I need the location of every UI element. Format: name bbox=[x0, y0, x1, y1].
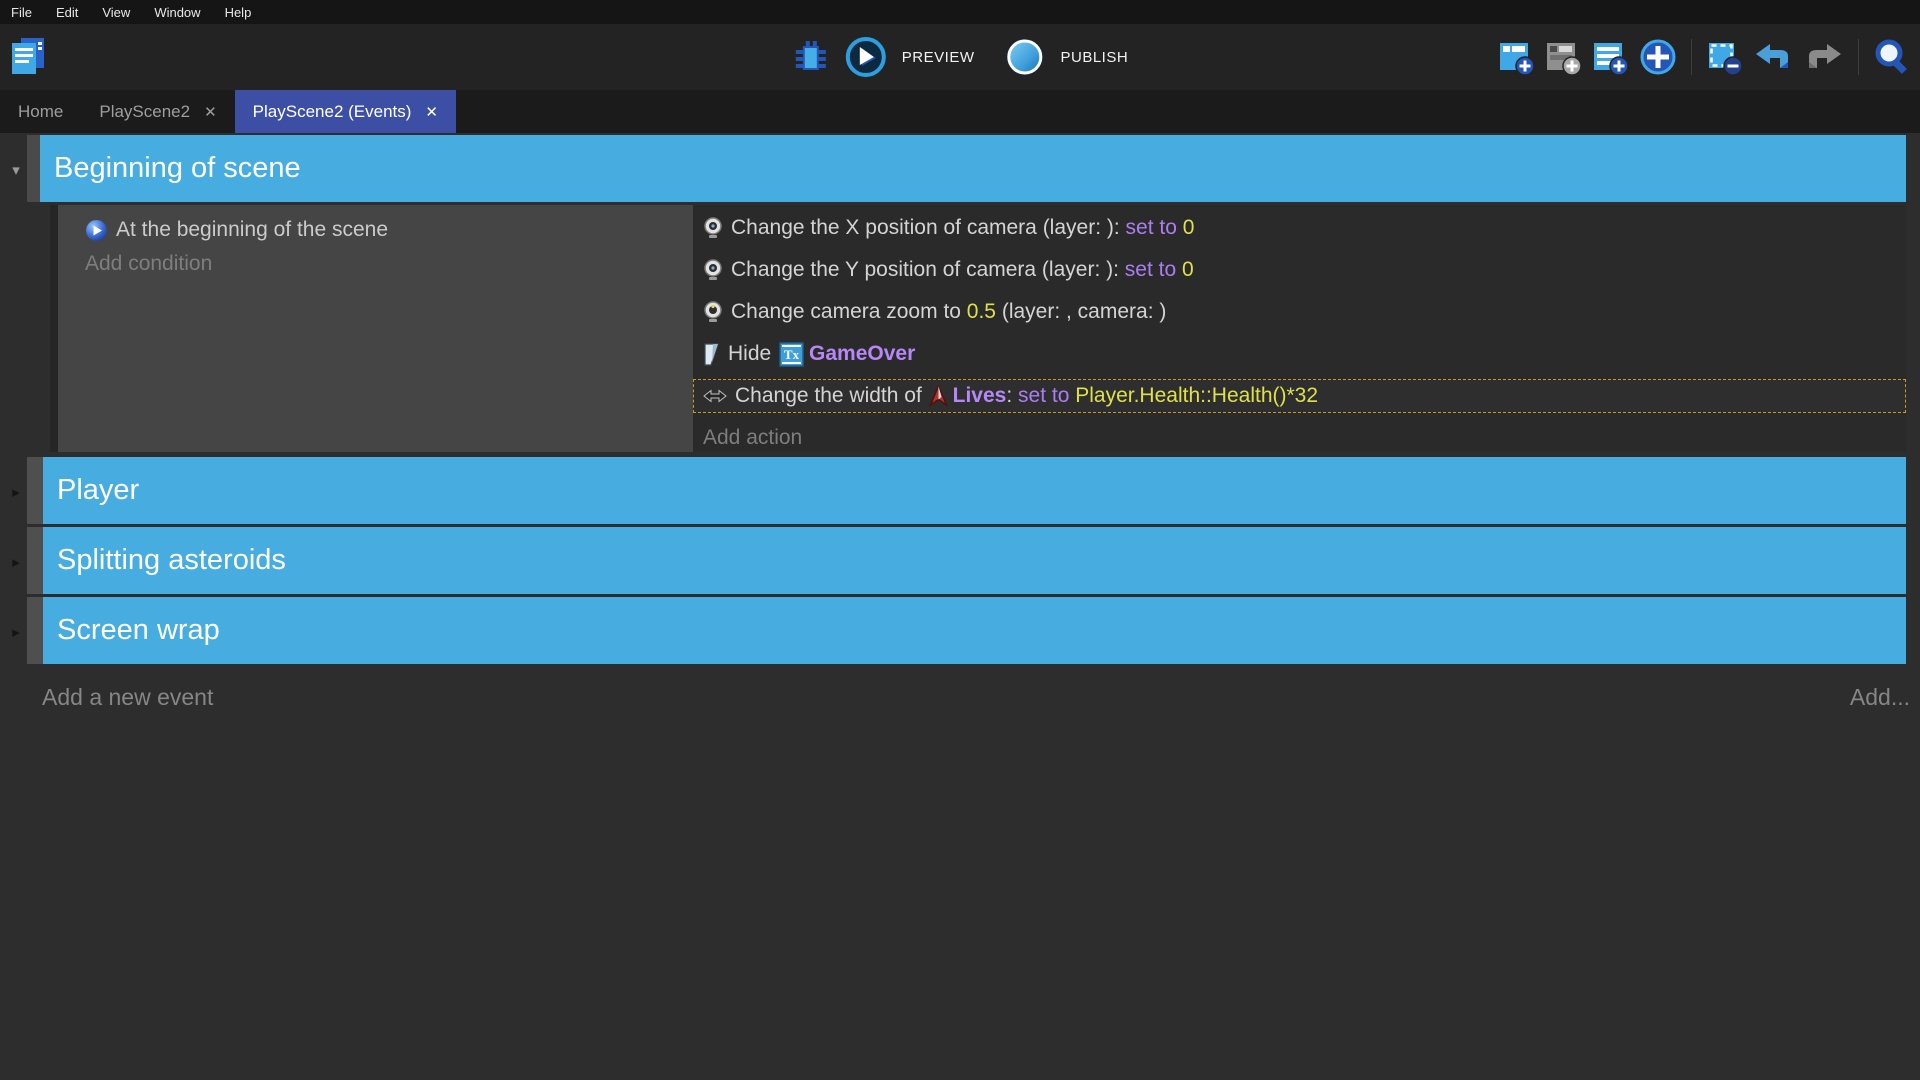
event-group-screen-wrap[interactable]: Screen wrap bbox=[43, 597, 1906, 664]
tab-label: Home bbox=[18, 102, 63, 122]
condition-text: At the beginning of the scene bbox=[116, 218, 388, 242]
group-title: Player bbox=[57, 474, 139, 507]
scene-start-orb-icon bbox=[85, 219, 108, 242]
action-row[interactable]: Change the Y position of camera (layer: … bbox=[693, 253, 1906, 287]
conditions-panel[interactable]: At the beginning of the scene Add condit… bbox=[58, 205, 693, 452]
action-row[interactable]: Change camera zoom to 0.5 (layer: , came… bbox=[693, 295, 1906, 329]
toolbar-center: PREVIEW PUBLISH bbox=[792, 24, 1128, 90]
gdevelop-logo bbox=[8, 35, 48, 84]
action-object-name: GameOver bbox=[809, 342, 915, 366]
events-sheet: ▾ Beginning of scene At the beginning of… bbox=[0, 133, 1920, 1080]
action-operator: set to bbox=[1125, 258, 1176, 282]
action-row-selected[interactable]: Change the width of Lives : set to Playe… bbox=[693, 379, 1906, 413]
close-icon[interactable]: ✕ bbox=[204, 103, 217, 121]
lives-object-icon bbox=[928, 385, 949, 407]
add-action-link[interactable]: Add action bbox=[693, 426, 1906, 450]
group-drag-handle[interactable] bbox=[27, 597, 43, 664]
event-indent-strip bbox=[50, 205, 58, 452]
group-drag-handle[interactable] bbox=[27, 527, 43, 594]
tab-playscene2[interactable]: PlayScene2 ✕ bbox=[81, 90, 234, 133]
event-group-header[interactable]: Beginning of scene bbox=[40, 135, 1906, 202]
events-footer: Add a new event Add... bbox=[42, 684, 1910, 711]
action-operator: set to bbox=[1018, 384, 1069, 408]
menu-window[interactable]: Window bbox=[142, 5, 212, 20]
action-value: 0.5 bbox=[967, 300, 996, 324]
camera-icon bbox=[703, 217, 723, 240]
text-object-label: Tx bbox=[784, 347, 800, 362]
add-subevent-icon[interactable] bbox=[1544, 38, 1582, 76]
action-text: Hide bbox=[728, 342, 777, 366]
event-group-player[interactable]: Player bbox=[43, 457, 1906, 524]
tab-bar: Home PlayScene2 ✕ PlayScene2 (Events) ✕ bbox=[0, 90, 1920, 133]
action-object-name: Lives bbox=[953, 384, 1007, 408]
add-circle-icon[interactable] bbox=[1638, 37, 1678, 77]
publish-sphere-icon[interactable] bbox=[1003, 36, 1045, 78]
add-condition-link[interactable]: Add condition bbox=[85, 252, 693, 276]
tab-home[interactable]: Home bbox=[0, 90, 81, 133]
chevron-right-icon[interactable]: ▸ bbox=[6, 553, 26, 571]
menu-file[interactable]: File bbox=[6, 5, 44, 20]
action-text: : bbox=[1006, 384, 1018, 408]
tab-label: PlayScene2 (Events) bbox=[253, 102, 412, 122]
group-drag-handle[interactable] bbox=[27, 457, 43, 524]
toolbar-separator bbox=[1691, 39, 1692, 75]
group-title: Beginning of scene bbox=[54, 152, 301, 185]
action-expression: Player.Health::Health()*32 bbox=[1069, 384, 1318, 408]
tab-label: PlayScene2 bbox=[99, 102, 190, 122]
condition-row[interactable]: At the beginning of the scene bbox=[85, 213, 693, 247]
undo-icon[interactable] bbox=[1752, 38, 1794, 76]
chevron-right-icon[interactable]: ▸ bbox=[6, 623, 26, 641]
redo-icon[interactable] bbox=[1803, 38, 1845, 76]
menu-help[interactable]: Help bbox=[213, 5, 264, 20]
menu-edit[interactable]: Edit bbox=[44, 5, 90, 20]
add-new-event-link[interactable]: Add a new event bbox=[42, 684, 213, 711]
delete-event-icon[interactable] bbox=[1705, 38, 1743, 76]
text-object-icon: Tx bbox=[779, 342, 804, 367]
toolbar-separator bbox=[1858, 39, 1859, 75]
event-group-splitting-asteroids[interactable]: Splitting asteroids bbox=[43, 527, 1906, 594]
action-text: Change the Y position of camera (layer: … bbox=[731, 258, 1125, 282]
group-title: Splitting asteroids bbox=[57, 544, 286, 577]
add-event-icon[interactable] bbox=[1497, 38, 1535, 76]
action-text: Change the X position of camera (layer: … bbox=[731, 216, 1126, 240]
action-operator: set to bbox=[1126, 216, 1177, 240]
publish-button[interactable]: PUBLISH bbox=[1060, 49, 1128, 66]
camera-icon bbox=[703, 301, 723, 324]
preview-play-icon[interactable] bbox=[845, 36, 887, 78]
main-toolbar: PREVIEW PUBLISH bbox=[0, 24, 1920, 90]
close-icon[interactable]: ✕ bbox=[425, 103, 438, 121]
action-value: 0 bbox=[1177, 216, 1195, 240]
chevron-right-icon[interactable]: ▸ bbox=[6, 483, 26, 501]
group-drag-handle[interactable] bbox=[27, 135, 40, 202]
add-comment-icon[interactable] bbox=[1591, 38, 1629, 76]
search-icon[interactable] bbox=[1872, 36, 1914, 78]
action-text: (layer: , camera: ) bbox=[996, 300, 1166, 324]
toolbar-right bbox=[1497, 24, 1914, 90]
action-row[interactable]: Change the X position of camera (layer: … bbox=[693, 211, 1906, 245]
menu-bar: File Edit View Window Help bbox=[0, 0, 1920, 24]
debug-icon[interactable] bbox=[792, 37, 830, 77]
chevron-down-icon[interactable]: ▾ bbox=[6, 161, 26, 179]
preview-button[interactable]: PREVIEW bbox=[902, 49, 975, 66]
menu-view[interactable]: View bbox=[90, 5, 142, 20]
add-more-link[interactable]: Add... bbox=[1850, 684, 1910, 711]
action-value: 0 bbox=[1176, 258, 1194, 282]
width-arrow-icon bbox=[703, 386, 727, 406]
actions-panel[interactable]: Change the X position of camera (layer: … bbox=[693, 205, 1906, 452]
action-text: Change camera zoom to bbox=[731, 300, 967, 324]
tab-playscene2-events[interactable]: PlayScene2 (Events) ✕ bbox=[235, 90, 456, 133]
action-row[interactable]: Hide Tx GameOver bbox=[693, 337, 1906, 371]
camera-icon bbox=[703, 259, 723, 282]
group-title: Screen wrap bbox=[57, 614, 220, 647]
hide-wedge-icon bbox=[703, 342, 720, 367]
action-text: Change the width of bbox=[735, 384, 928, 408]
